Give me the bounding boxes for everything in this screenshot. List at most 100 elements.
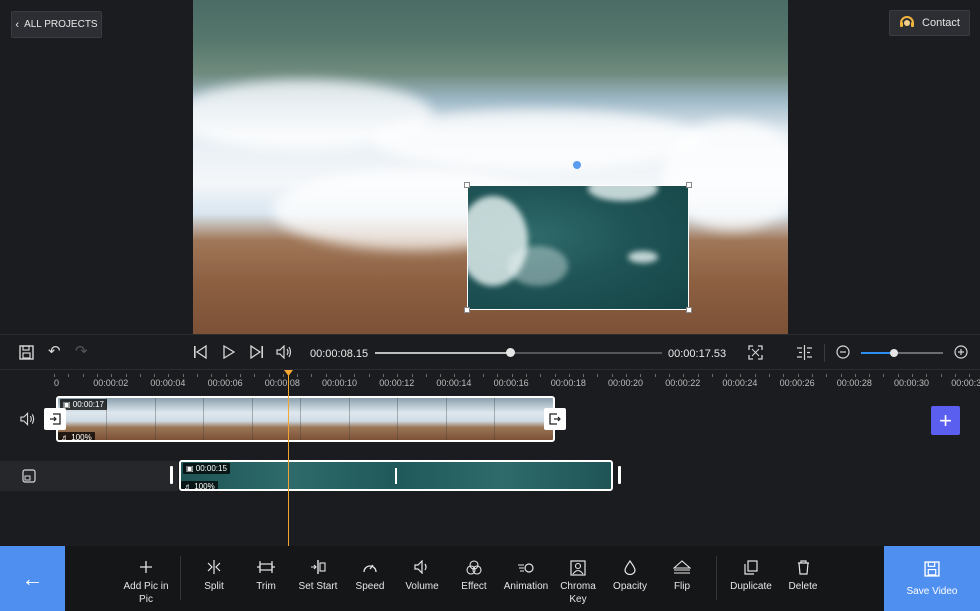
redo-icon[interactable]: ↷: [75, 344, 88, 359]
zoom-slider[interactable]: [861, 349, 943, 357]
save-disk-icon[interactable]: [19, 345, 34, 363]
back-button[interactable]: ←: [0, 546, 65, 611]
ruler-tick-mark: [111, 374, 113, 377]
main-clip-trim-start-handle[interactable]: [44, 408, 66, 430]
delete-tool-button[interactable]: Delete: [776, 560, 830, 593]
pip-video-clip[interactable]: ▣ 00:00:15 ♬ 100%: [179, 460, 613, 491]
ruler-tick-mark: [683, 374, 685, 377]
fullscreen-icon[interactable]: [748, 345, 763, 363]
ruler-tick-mark: [640, 374, 642, 377]
opacity-icon: [603, 559, 657, 580]
skip-back-icon[interactable]: [193, 344, 208, 362]
ruler-tick-mark: [497, 374, 499, 377]
zoom-in-icon[interactable]: [954, 345, 968, 362]
animation-tool-button[interactable]: Animation: [499, 560, 553, 593]
save-video-label: Save Video: [906, 585, 958, 597]
zoom-out-icon[interactable]: [836, 345, 850, 362]
ruler-tick-mark: [854, 374, 856, 377]
split-tool-button[interactable]: Split: [187, 560, 241, 593]
clip-frame-divider: [494, 398, 495, 440]
ruler-tick-mark: [940, 374, 942, 377]
resize-handle-bl[interactable]: [464, 307, 470, 313]
chevron-left-icon: ‹: [15, 18, 20, 31]
clip-frame-divider: [203, 398, 204, 440]
resize-handle-tl[interactable]: [464, 182, 470, 188]
opacity-label: Opacity: [613, 581, 647, 592]
ruler-tick-mark: [597, 374, 599, 377]
seek-bar[interactable]: [375, 348, 662, 357]
pip-clip-trim-end-handle[interactable]: [618, 466, 621, 484]
pip-clip-volume: 100%: [194, 482, 215, 491]
ruler-tick-mark: [626, 374, 627, 377]
seek-bar-knob[interactable]: [505, 348, 515, 357]
play-icon[interactable]: [222, 344, 236, 362]
set-start-tool-button[interactable]: Set Start: [291, 560, 345, 593]
duplicate-tool-button[interactable]: Duplicate: [724, 560, 778, 593]
ruler-tick-mark: [354, 374, 356, 377]
skip-forward-icon[interactable]: [249, 344, 264, 362]
video-preview[interactable]: [193, 0, 788, 334]
ruler-tick-mark: [254, 374, 256, 377]
pip-overlay[interactable]: [467, 185, 689, 310]
ruler-tick-mark: [783, 374, 785, 377]
ruler-tick-label: 00:00:08: [264, 378, 300, 388]
ruler-tick-mark: [425, 374, 427, 377]
pip-clip-trim-start-handle[interactable]: [170, 466, 173, 484]
add-pic-in-pic-tool-button[interactable]: Add Pic in Pic: [119, 560, 173, 606]
trim-tool-button[interactable]: Trim: [239, 560, 293, 593]
chroma-key-tool-button[interactable]: Chroma Key: [551, 560, 605, 606]
speed-tool-button[interactable]: Speed: [343, 560, 397, 593]
ruler-tick-mark: [954, 374, 956, 377]
animation-icon: [499, 560, 553, 580]
ruler-tick-mark: [282, 374, 284, 377]
rotate-handle[interactable]: [573, 161, 581, 169]
ruler-tick-label: 00:00:28: [836, 378, 872, 388]
ruler-tick-mark: [726, 374, 728, 377]
playhead-line[interactable]: [288, 372, 289, 546]
resize-handle-tr[interactable]: [686, 182, 692, 188]
save-video-button[interactable]: Save Video: [884, 546, 980, 611]
ruler-tick-mark: [239, 374, 241, 377]
volume-tool-button[interactable]: Volume: [395, 559, 449, 593]
all-projects-button[interactable]: ‹ ALL PROJECTS: [11, 11, 102, 38]
snap-split-icon[interactable]: [796, 345, 813, 363]
ruler-tick-label: 00:00:12: [379, 378, 415, 388]
duplicate-label: Duplicate: [730, 581, 772, 592]
opacity-tool-button[interactable]: Opacity: [603, 559, 657, 593]
ruler-tick-label: 00:00:24: [722, 378, 758, 388]
undo-icon[interactable]: ↶: [48, 344, 61, 359]
speed-icon: [343, 560, 397, 580]
delete-icon: [776, 560, 830, 580]
ruler-tick-mark: [211, 374, 213, 377]
main-clip-duration-badge: ▣ 00:00:17: [60, 399, 107, 410]
ruler-tick-mark: [96, 374, 98, 377]
transport-bar: ↶ ↷ 00:00:08.15 00:00:17.53: [0, 334, 980, 370]
add-track-button[interactable]: +: [931, 406, 960, 435]
volume-icon[interactable]: [276, 344, 293, 362]
pip-foam: [508, 246, 568, 286]
support-headset-icon: [899, 15, 915, 32]
ruler-tick-mark: [454, 374, 456, 377]
pip-clip-duration: 00:00:15: [195, 464, 227, 473]
flip-tool-button[interactable]: Flip: [655, 560, 709, 593]
toolbar-divider: [716, 556, 717, 600]
ruler-tick-mark: [926, 374, 928, 377]
ruler-tick-mark: [483, 374, 484, 377]
toolbar-divider: [180, 556, 181, 600]
resize-handle-br[interactable]: [686, 307, 692, 313]
clip-frame-divider: [397, 398, 398, 440]
ruler-tick-mark: [154, 374, 156, 377]
track-audio-icon[interactable]: [20, 411, 36, 429]
main-clip-trim-end-handle[interactable]: [544, 408, 566, 430]
contact-button[interactable]: Contact: [889, 10, 970, 36]
arrow-left-icon: ←: [21, 565, 44, 591]
main-clip-duration: 00:00:17: [72, 400, 104, 409]
main-video-clip[interactable]: ▣ 00:00:17 ♬ 100%: [56, 396, 555, 442]
pip-foam: [628, 251, 658, 263]
pip-track-icon[interactable]: [22, 469, 36, 486]
ruler-tick-mark: [340, 374, 341, 377]
set-start-icon: [291, 560, 345, 580]
zoom-slider-knob[interactable]: [889, 349, 898, 357]
ruler-tick-mark: [654, 374, 656, 377]
effect-tool-button[interactable]: Effect: [447, 560, 501, 593]
